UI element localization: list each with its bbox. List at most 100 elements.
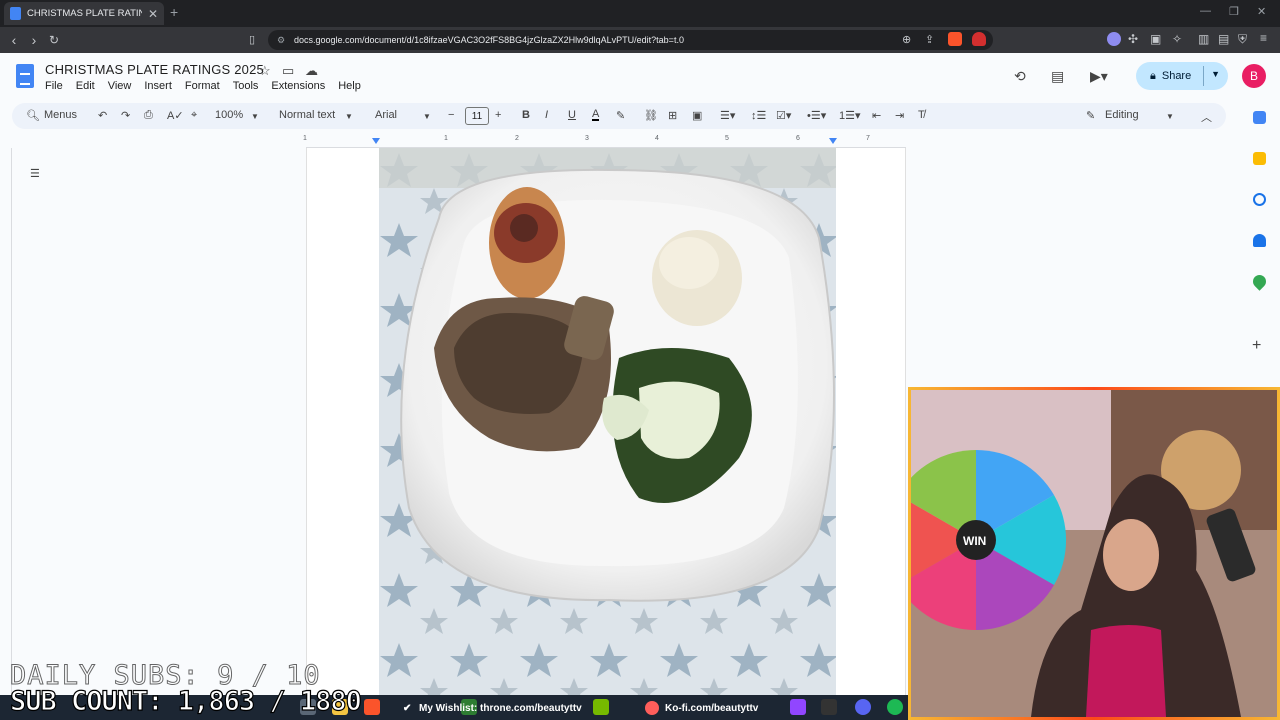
collapse-toolbar-icon[interactable]: ︿ bbox=[1201, 109, 1212, 125]
bookmark-icon[interactable]: ▯ bbox=[249, 33, 255, 46]
menu-tools[interactable]: Tools bbox=[233, 80, 259, 92]
right-indent-marker[interactable] bbox=[829, 138, 837, 144]
chevron-down-icon[interactable]: ▼ bbox=[345, 112, 353, 121]
add-on-plus-icon[interactable]: + bbox=[1252, 337, 1261, 355]
chevron-down-icon[interactable]: ▼ bbox=[1166, 112, 1174, 121]
tasks-icon[interactable] bbox=[1253, 193, 1266, 206]
brave-rewards-icon[interactable] bbox=[972, 32, 986, 46]
zoom-icon[interactable]: ⊕ bbox=[902, 33, 911, 46]
docs-logo-icon[interactable] bbox=[16, 64, 34, 88]
nvidia-icon[interactable] bbox=[593, 699, 609, 715]
reload-icon[interactable]: ↻ bbox=[44, 33, 64, 47]
chevron-down-icon[interactable]: ▼ bbox=[251, 112, 259, 121]
comments-icon[interactable]: ▤ bbox=[1051, 68, 1064, 85]
line-spacing-icon[interactable]: ↕☰ bbox=[751, 109, 766, 122]
close-tab-icon[interactable]: ✕ bbox=[148, 7, 158, 21]
checklist-icon[interactable]: ☑▾ bbox=[776, 109, 791, 122]
cloud-status-icon[interactable]: ☁ bbox=[305, 63, 318, 79]
menu-help[interactable]: Help bbox=[338, 80, 361, 92]
outdent-icon[interactable]: ⇤ bbox=[872, 109, 881, 122]
numbered-list-icon[interactable]: 1☰▾ bbox=[839, 109, 861, 122]
version-history-icon[interactable]: ⟲ bbox=[1014, 68, 1026, 85]
browser-tab[interactable]: CHRISTMAS PLATE RATINGS 20... ✕ bbox=[4, 2, 164, 25]
menu-format[interactable]: Format bbox=[185, 80, 220, 92]
spotify-icon[interactable] bbox=[887, 699, 903, 715]
site-info-icon[interactable]: ⚙ bbox=[277, 35, 285, 46]
left-indent-marker[interactable] bbox=[372, 138, 380, 144]
decrease-font-icon[interactable]: − bbox=[448, 109, 454, 121]
vpn-icon[interactable]: ⛨ bbox=[1238, 32, 1247, 47]
outline-panel bbox=[11, 148, 307, 708]
forward-icon[interactable]: › bbox=[24, 32, 44, 48]
increase-font-icon[interactable]: + bbox=[495, 109, 501, 121]
extension-icon[interactable] bbox=[1107, 32, 1121, 46]
font-size-field[interactable]: 11 bbox=[465, 107, 489, 125]
menu-extensions[interactable]: Extensions bbox=[271, 80, 325, 92]
plate-photo[interactable] bbox=[379, 148, 836, 695]
contacts-icon[interactable] bbox=[1253, 234, 1266, 247]
menu-file[interactable]: File bbox=[45, 80, 63, 92]
calendar-icon[interactable] bbox=[1253, 111, 1266, 124]
undo-icon[interactable]: ↶ bbox=[98, 109, 107, 122]
sidebar-toggle-icon[interactable]: ▥ bbox=[1198, 32, 1209, 46]
sub-count-counter: SUB COUNT: 1,863 / 1880 bbox=[9, 685, 362, 717]
redo-icon[interactable]: ↷ bbox=[121, 109, 130, 122]
wallet-icon[interactable]: ▣ bbox=[1150, 32, 1161, 46]
editing-mode[interactable]: Editing bbox=[1105, 109, 1139, 121]
share-dropdown-icon[interactable]: ▼ bbox=[1211, 69, 1220, 79]
discord-icon[interactable] bbox=[855, 699, 871, 715]
font-select[interactable]: Arial bbox=[375, 109, 397, 121]
kofi-ticker: Ko-fi.com/beautyttv bbox=[665, 703, 759, 714]
back-icon[interactable]: ‹ bbox=[4, 32, 24, 48]
link-icon[interactable]: ⛓ bbox=[644, 109, 658, 122]
brave-icon[interactable] bbox=[364, 699, 380, 715]
close-window-icon[interactable]: ✕ bbox=[1257, 5, 1266, 18]
indent-icon[interactable]: ⇥ bbox=[895, 109, 904, 122]
comment-icon[interactable]: ⊞ bbox=[668, 109, 677, 122]
outline-icon[interactable]: ☰ bbox=[30, 167, 46, 181]
text-color-icon[interactable]: A bbox=[592, 109, 600, 121]
puzzle-icon[interactable]: ✣ bbox=[1128, 32, 1138, 46]
share-button[interactable]: 🔒︎ Share ▼ bbox=[1136, 62, 1228, 90]
new-tab-icon[interactable]: + bbox=[170, 4, 178, 20]
menu-bar: File Edit View Insert Format Tools Exten… bbox=[45, 80, 361, 92]
paint-format-icon[interactable]: ⌖ bbox=[191, 109, 197, 122]
clear-format-icon[interactable]: T̸ bbox=[918, 109, 925, 121]
search-icon[interactable]: 🔍︎ bbox=[26, 109, 40, 122]
italic-icon[interactable]: I bbox=[545, 109, 548, 121]
style-select[interactable]: Normal text bbox=[279, 109, 335, 121]
menu-icon[interactable]: ≡ bbox=[1260, 31, 1267, 45]
tab-search-icon[interactable]: ▤ bbox=[1218, 32, 1229, 46]
document-title[interactable]: CHRISTMAS PLATE RATINGS 2025 bbox=[45, 62, 264, 77]
spellcheck-icon[interactable]: A✓ bbox=[167, 109, 184, 122]
print-icon[interactable]: ⎙ bbox=[144, 109, 153, 122]
bold-icon[interactable]: B bbox=[522, 109, 530, 121]
ruler: 1 1 2 3 4 5 6 7 bbox=[303, 134, 906, 148]
menus-search[interactable]: Menus bbox=[44, 109, 77, 121]
image-icon[interactable]: ▣ bbox=[692, 109, 702, 122]
url-field[interactable]: ⚙ docs.google.com/document/d/1c8ifzaeVGA… bbox=[268, 30, 993, 50]
star-icon[interactable]: ☆ bbox=[259, 63, 271, 79]
restore-icon[interactable]: ❐ bbox=[1229, 5, 1239, 18]
avatar[interactable]: B bbox=[1242, 64, 1266, 88]
bullet-list-icon[interactable]: •☰▾ bbox=[807, 109, 826, 122]
leo-icon[interactable]: ✧ bbox=[1172, 32, 1182, 46]
meet-icon[interactable]: ▶▾ bbox=[1090, 68, 1108, 85]
twitch-icon[interactable] bbox=[790, 699, 806, 715]
menu-view[interactable]: View bbox=[108, 80, 132, 92]
obs-icon[interactable] bbox=[821, 699, 837, 715]
menu-insert[interactable]: Insert bbox=[144, 80, 172, 92]
chevron-down-icon[interactable]: ▼ bbox=[423, 112, 431, 121]
docs-favicon-icon bbox=[10, 7, 21, 20]
highlight-icon[interactable]: ✎ bbox=[616, 109, 625, 122]
menu-edit[interactable]: Edit bbox=[76, 80, 95, 92]
lock-icon: 🔒︎ bbox=[1150, 69, 1156, 82]
underline-icon[interactable]: U bbox=[568, 109, 576, 121]
minimize-icon[interactable]: — bbox=[1200, 5, 1211, 17]
zoom-select[interactable]: 100% bbox=[215, 109, 243, 121]
move-folder-icon[interactable]: ▭ bbox=[282, 63, 294, 79]
share-page-icon[interactable]: ⇪ bbox=[925, 33, 934, 46]
keep-icon[interactable] bbox=[1253, 152, 1266, 165]
brave-shield-icon[interactable] bbox=[948, 32, 962, 46]
align-icon[interactable]: ☰▾ bbox=[720, 109, 735, 122]
